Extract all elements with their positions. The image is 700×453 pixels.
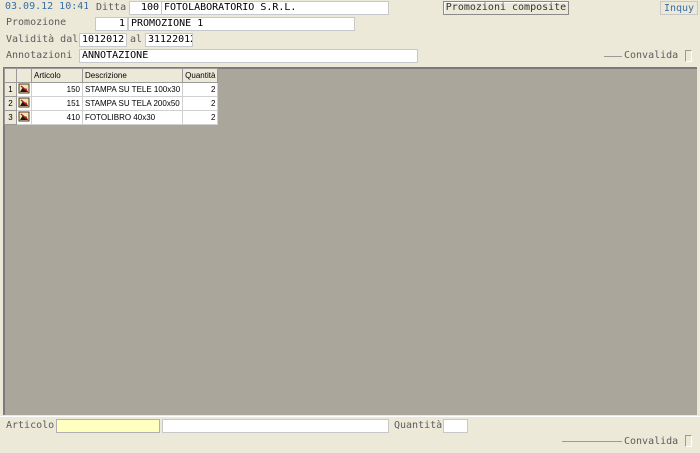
promozione-name-field[interactable]: PROMOZIONE 1	[128, 17, 355, 31]
annotazioni-field[interactable]: ANNOTAZIONE	[79, 49, 418, 63]
cell-quantita[interactable]: 2	[182, 96, 219, 111]
grid-corner	[4, 68, 17, 83]
cell-descrizione[interactable]: STAMPA SU TELE 100x30	[81, 82, 184, 97]
promozione-code-field[interactable]: 1	[95, 17, 128, 31]
edit-picture-icon[interactable]	[16, 110, 32, 125]
cell-articolo[interactable]: 151	[31, 96, 83, 111]
articles-grid: Articolo Descrizione Quantità 1 150 STAM…	[4, 68, 219, 125]
validita-al-field[interactable]: 31122012	[145, 33, 193, 47]
table-row[interactable]: 2 151 STAMPA SU TELA 200x50 2	[4, 96, 219, 111]
cell-articolo[interactable]: 410	[31, 110, 83, 125]
al-label: al	[130, 34, 143, 45]
annotazioni-label: Annotazioni	[6, 50, 73, 61]
cell-quantita[interactable]: 2	[182, 110, 219, 125]
edit-picture-icon[interactable]	[16, 96, 32, 111]
footer-convalida-separator	[562, 441, 622, 442]
validita-dal-field[interactable]: 1012012	[79, 33, 127, 47]
ditta-code-field[interactable]: 100	[129, 1, 162, 15]
footer-convalida-label: Convalida	[624, 436, 679, 447]
datetime: 03.09.12 10:41	[3, 1, 88, 15]
promozioni-composite-button[interactable]: Promozioni composite	[443, 1, 569, 15]
convalida-checkbox[interactable]	[685, 50, 692, 62]
promozione-label: Promozione	[6, 17, 67, 28]
row-number[interactable]: 1	[4, 82, 17, 97]
mode-indicator: Inquy	[660, 1, 698, 15]
footer-quantita-input[interactable]	[443, 419, 468, 433]
validita-label: Validità dal	[6, 34, 79, 45]
table-row[interactable]: 1 150 STAMPA SU TELE 100x30 2	[4, 82, 219, 97]
cell-descrizione[interactable]: FOTOLIBRO 40x30	[81, 110, 184, 125]
footer-quantita-label: Quantità	[394, 420, 443, 431]
footer-convalida-checkbox[interactable]	[685, 435, 692, 447]
footer-articolo-label: Articolo	[6, 420, 55, 431]
convalida-separator	[604, 56, 622, 57]
grid-icon-header	[16, 68, 32, 83]
table-row[interactable]: 3 410 FOTOLIBRO 40x30 2	[4, 110, 219, 125]
cell-articolo[interactable]: 150	[31, 82, 83, 97]
grid-header-row: Articolo Descrizione Quantità	[4, 68, 219, 83]
cell-quantita[interactable]: 2	[182, 82, 219, 97]
footer-separator	[0, 416, 700, 417]
edit-picture-icon[interactable]	[16, 82, 32, 97]
row-number[interactable]: 3	[4, 110, 17, 125]
cell-descrizione[interactable]: STAMPA SU TELA 200x50	[81, 96, 184, 111]
footer-descrizione-input[interactable]	[162, 419, 389, 433]
column-header-descrizione[interactable]: Descrizione	[81, 68, 184, 83]
column-header-quantita[interactable]: Quantità	[182, 68, 219, 83]
row-number[interactable]: 2	[4, 96, 17, 111]
convalida-label: Convalida	[624, 50, 679, 61]
footer-articolo-input[interactable]	[56, 419, 160, 433]
column-header-articolo[interactable]: Articolo	[31, 68, 83, 83]
ditta-label: Ditta	[96, 2, 127, 13]
ditta-name-field[interactable]: FOTOLABORATORIO S.R.L.	[161, 1, 389, 15]
